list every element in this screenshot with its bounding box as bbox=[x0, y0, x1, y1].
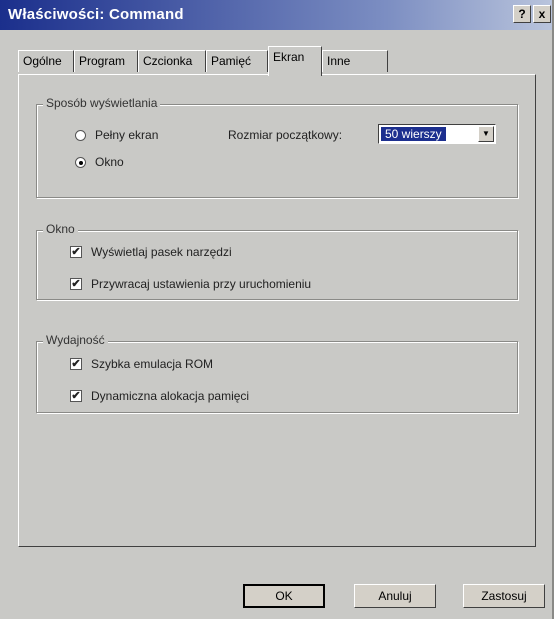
initial-size-label: Rozmiar początkowy: bbox=[228, 128, 343, 142]
fullscreen-label: Pełny ekran bbox=[95, 128, 159, 142]
chevron-down-icon[interactable]: ▼ bbox=[478, 126, 494, 142]
dynamic-memory-checkbox[interactable]: ✔ bbox=[70, 390, 82, 402]
apply-button[interactable]: Zastosuj bbox=[463, 584, 545, 608]
window-radio[interactable]: Okno bbox=[75, 155, 124, 169]
tab-font[interactable]: Czcionka bbox=[138, 50, 206, 72]
dynamic-memory-label: Dynamiczna alokacja pamięci bbox=[91, 389, 250, 403]
fast-rom-label: Szybka emulacja ROM bbox=[91, 357, 214, 371]
help-button[interactable]: ? bbox=[513, 5, 531, 23]
show-toolbar-checkbox[interactable]: ✔ bbox=[70, 246, 82, 258]
show-toolbar-option[interactable]: ✔ Wyświetlaj pasek narzędzi bbox=[70, 245, 232, 259]
properties-dialog: Właściwości: Command ? x Ogólne Program … bbox=[0, 0, 554, 619]
close-button[interactable]: x bbox=[533, 5, 551, 23]
window-title: Właściwości: Command bbox=[8, 6, 184, 23]
title-bar[interactable]: Właściwości: Command ? x bbox=[0, 0, 552, 30]
display-mode-legend: Sposób wyświetlania bbox=[43, 96, 161, 110]
fullscreen-radio[interactable]: Pełny ekran bbox=[75, 128, 158, 142]
tab-panel-screen: Sposób wyświetlania Pełny ekran Okno Roz… bbox=[18, 74, 536, 547]
window-radio-button[interactable] bbox=[75, 156, 86, 168]
window-group: Okno ✔ Wyświetlaj pasek narzędzi ✔ Przyw… bbox=[36, 222, 518, 300]
dynamic-memory-option[interactable]: ✔ Dynamiczna alokacja pamięci bbox=[70, 389, 249, 403]
tab-screen[interactable]: Ekran bbox=[268, 46, 322, 76]
fast-rom-option[interactable]: ✔ Szybka emulacja ROM bbox=[70, 357, 213, 371]
display-mode-group: Sposób wyświetlania Pełny ekran Okno Roz… bbox=[36, 96, 518, 198]
window-group-legend: Okno bbox=[43, 222, 78, 236]
tab-general[interactable]: Ogólne bbox=[18, 50, 74, 72]
fast-rom-checkbox[interactable]: ✔ bbox=[70, 358, 82, 370]
tab-program[interactable]: Program bbox=[74, 50, 138, 72]
restore-settings-checkbox[interactable]: ✔ bbox=[70, 278, 82, 290]
performance-group: Wydajność ✔ Szybka emulacja ROM ✔ Dynami… bbox=[36, 333, 518, 413]
initial-size-value: 50 wierszy bbox=[381, 127, 446, 141]
fullscreen-radio-button[interactable] bbox=[75, 129, 86, 141]
tab-memory[interactable]: Pamięć bbox=[206, 50, 268, 72]
window-label: Okno bbox=[95, 155, 124, 169]
tab-misc[interactable]: Inne bbox=[322, 50, 388, 72]
performance-legend: Wydajność bbox=[43, 333, 108, 347]
restore-settings-option[interactable]: ✔ Przywracaj ustawienia przy uruchomieni… bbox=[70, 277, 311, 291]
initial-size-select[interactable]: 50 wierszy ▼ bbox=[378, 124, 496, 144]
restore-settings-label: Przywracaj ustawienia przy uruchomieniu bbox=[91, 277, 312, 291]
ok-button[interactable]: OK bbox=[243, 584, 325, 608]
show-toolbar-label: Wyświetlaj pasek narzędzi bbox=[91, 245, 232, 259]
cancel-button[interactable]: Anuluj bbox=[354, 584, 436, 608]
